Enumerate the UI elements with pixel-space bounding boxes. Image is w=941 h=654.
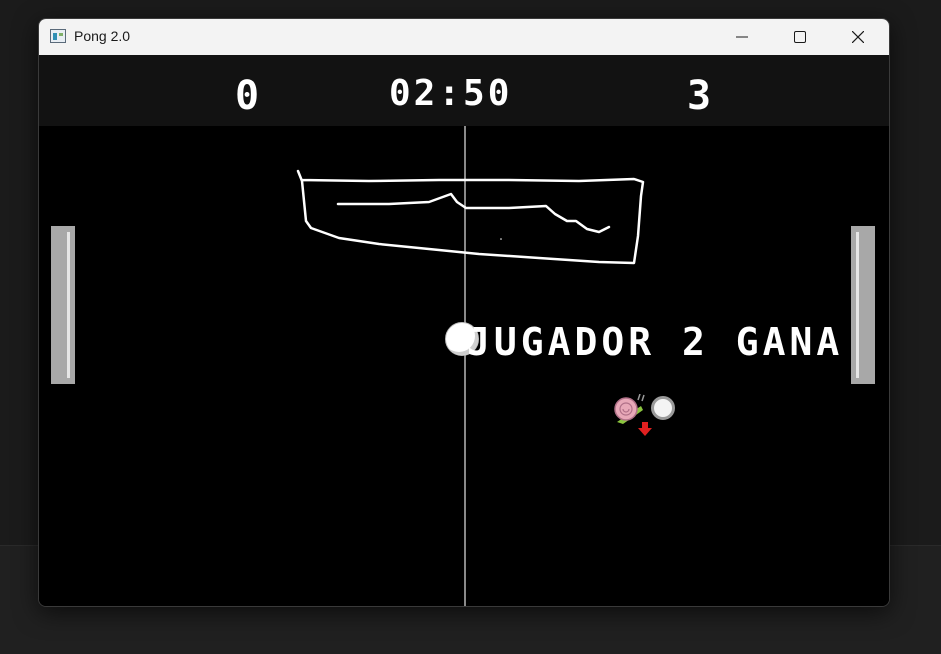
hand-drawn-scribble xyxy=(296,169,645,265)
game-window: Pong 2.0 0 02:50 3 JUGADOR 2 GANA xyxy=(38,18,890,607)
player-2-score: 3 xyxy=(687,73,714,119)
right-paddle xyxy=(851,226,875,384)
ball-icon xyxy=(651,396,675,420)
powerup-items xyxy=(611,394,681,440)
minimize-icon xyxy=(736,36,748,38)
title-bar[interactable]: Pong 2.0 xyxy=(39,19,889,55)
play-field: JUGADOR 2 GANA xyxy=(39,126,889,606)
app-window-icon xyxy=(50,29,66,43)
maximize-icon xyxy=(794,31,806,43)
player-1-score: 0 xyxy=(235,73,262,119)
match-timer: 02:50 xyxy=(389,73,513,114)
winner-message: JUGADOR 2 GANA xyxy=(467,320,844,364)
minimize-button[interactable] xyxy=(719,19,765,55)
close-icon xyxy=(852,31,864,43)
window-title: Pong 2.0 xyxy=(74,28,131,44)
close-button[interactable] xyxy=(835,19,881,55)
down-arrow-icon xyxy=(638,422,652,436)
left-paddle xyxy=(51,226,75,384)
maximize-button[interactable] xyxy=(777,19,823,55)
scoreboard: 0 02:50 3 xyxy=(39,55,889,126)
